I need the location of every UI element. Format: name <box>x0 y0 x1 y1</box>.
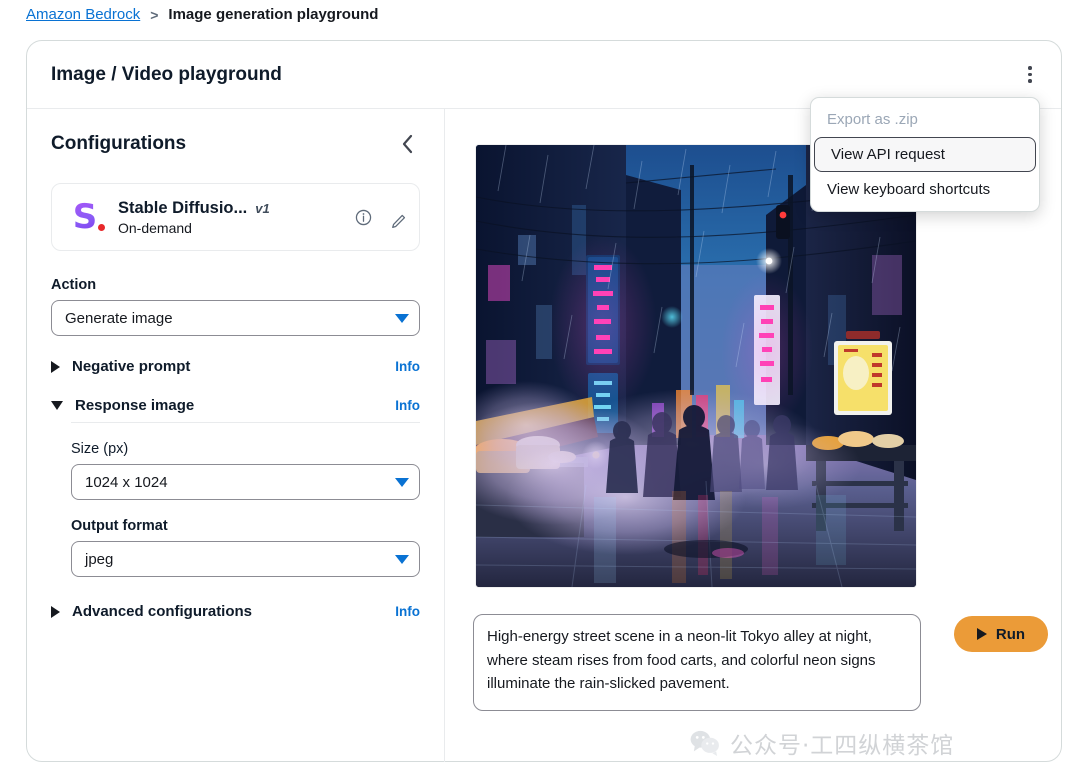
negative-prompt-label: Negative prompt <box>72 358 190 375</box>
triangle-down-icon <box>51 401 63 410</box>
model-card[interactable]: S Stable Diffusio... v1 On-demand <box>51 183 420 251</box>
chevron-left-icon[interactable] <box>394 131 420 157</box>
response-image-info-link[interactable]: Info <box>395 398 420 413</box>
page-title: Image / Video playground <box>51 64 282 86</box>
response-image-label: Response image <box>75 397 194 414</box>
run-button[interactable]: Run <box>954 616 1048 652</box>
action-label: Action <box>51 277 420 293</box>
configurations-panel: Configurations S Stable <box>27 109 445 762</box>
advanced-configurations-info-link[interactable]: Info <box>395 604 420 619</box>
breadcrumb-separator-icon: > <box>150 7 158 23</box>
size-label: Size (px) <box>71 441 420 457</box>
output-format-select[interactable]: jpeg <box>71 541 420 577</box>
action-field: Action Generate image <box>51 277 420 336</box>
output-format-field: Output format jpeg <box>71 518 420 577</box>
action-select[interactable]: Generate image <box>51 300 420 336</box>
menu-item-view-api-request[interactable]: View API request <box>814 137 1036 172</box>
chevron-down-icon <box>395 478 409 487</box>
advanced-configurations-label: Advanced configurations <box>72 603 252 620</box>
model-logo-letter: S <box>73 200 98 234</box>
kebab-dot <box>1028 73 1032 77</box>
kebab-dot <box>1028 79 1032 83</box>
actions-dropdown-menu: Export as .zip View API request View key… <box>810 97 1040 212</box>
kebab-dot <box>1028 66 1032 70</box>
run-button-label: Run <box>996 626 1025 643</box>
chevron-down-icon <box>395 555 409 564</box>
size-select[interactable]: 1024 x 1024 <box>71 464 420 500</box>
configurations-header: Configurations <box>51 131 420 157</box>
model-name: Stable Diffusio... <box>118 199 247 218</box>
breadcrumb-current-page: Image generation playground <box>168 6 378 23</box>
breadcrumb-link-amazon-bedrock[interactable]: Amazon Bedrock <box>26 6 140 23</box>
play-icon <box>977 628 987 640</box>
model-name-row: Stable Diffusio... v1 <box>118 199 341 218</box>
size-field: Size (px) 1024 x 1024 <box>71 441 420 500</box>
model-meta: Stable Diffusio... v1 On-demand <box>118 199 341 236</box>
triangle-right-icon <box>51 361 60 373</box>
chevron-down-icon <box>395 314 409 323</box>
output-format-select-value: jpeg <box>85 551 113 568</box>
prompt-input[interactable]: High-energy street scene in a neon-lit T… <box>473 614 921 711</box>
stability-ai-logo-icon: S <box>66 198 104 236</box>
action-select-value: Generate image <box>65 310 173 327</box>
playground-page: Amazon Bedrock > Image generation playgr… <box>0 0 1080 780</box>
response-image-divider <box>71 422 420 423</box>
model-availability: On-demand <box>118 220 341 236</box>
model-logo-dot <box>98 224 105 231</box>
response-image-expander[interactable]: Response image Info <box>51 397 420 414</box>
menu-item-view-keyboard-shortcuts[interactable]: View keyboard shortcuts <box>811 172 1039 207</box>
info-circle-icon[interactable] <box>355 209 372 226</box>
menu-item-export-as-zip: Export as .zip <box>811 102 1039 137</box>
model-version-badge: v1 <box>255 201 269 216</box>
breadcrumb: Amazon Bedrock > Image generation playgr… <box>26 6 378 23</box>
output-format-label: Output format <box>71 518 420 534</box>
advanced-configurations-expander-left: Advanced configurations <box>51 603 252 620</box>
advanced-configurations-expander[interactable]: Advanced configurations Info <box>51 603 420 620</box>
triangle-right-icon <box>51 606 60 618</box>
pencil-icon[interactable] <box>390 213 407 230</box>
configurations-title: Configurations <box>51 133 186 155</box>
response-image-expander-left: Response image <box>51 397 194 414</box>
kebab-menu-icon[interactable] <box>1015 60 1045 90</box>
size-select-value: 1024 x 1024 <box>85 474 168 491</box>
negative-prompt-expander-left: Negative prompt <box>51 358 190 375</box>
negative-prompt-info-link[interactable]: Info <box>395 359 420 374</box>
negative-prompt-expander[interactable]: Negative prompt Info <box>51 358 420 375</box>
